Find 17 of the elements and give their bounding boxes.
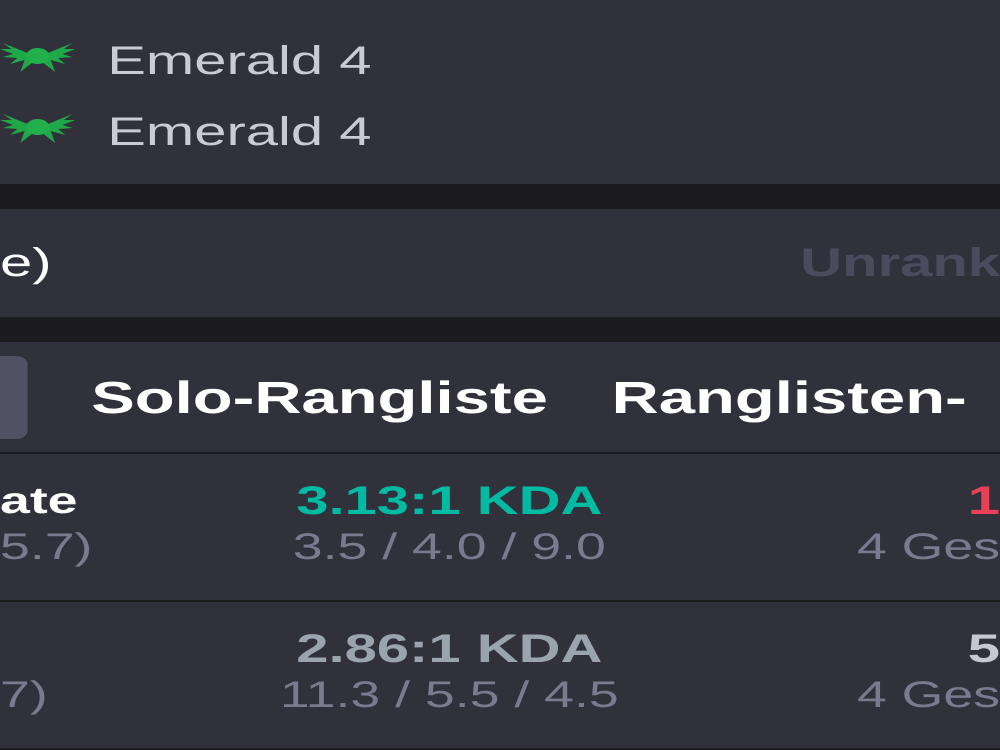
kda-average: 11.3 / 5.5 / 4.5: [280, 673, 619, 717]
rank-tier-text: Emerald 4: [107, 108, 372, 154]
queue-tab[interactable]: Ranglisten-: [612, 356, 967, 438]
champion-name: ate: [0, 479, 78, 523]
cs-text: 7): [0, 673, 48, 717]
kda-average: 3.5 / 4.0 / 9.0: [292, 525, 606, 569]
win-rate: 1: [968, 478, 1000, 524]
cs-text: 5.7): [0, 525, 92, 569]
win-rate: 5: [968, 626, 1000, 672]
rank-tier-text: Emerald 4: [107, 38, 372, 84]
games-count: 4 Ges: [856, 673, 1000, 717]
kda-ratio: 2.86:1 KDA: [296, 626, 602, 672]
kda-ratio: 3.13:1 KDA: [296, 478, 602, 524]
panel-title: e): [0, 240, 52, 286]
queue-tab[interactable]: Solo-Rangliste: [91, 356, 548, 438]
games-count: 4 Ges: [856, 525, 1000, 569]
queue-tab[interactable]: [0, 356, 28, 438]
